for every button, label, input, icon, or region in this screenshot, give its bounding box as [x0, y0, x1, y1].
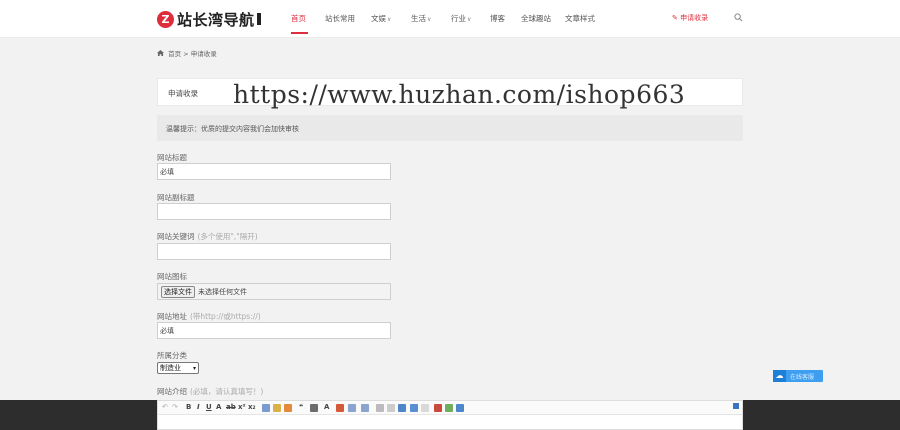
nav-home[interactable]: 首页: [291, 13, 306, 24]
choose-file-button[interactable]: 选择文件: [161, 286, 195, 298]
customer-service-label: 在线客服: [790, 374, 815, 381]
site-name-label: 网站标题: [157, 153, 187, 162]
keywords-hint: (多个使用","隔开): [197, 232, 258, 241]
intro-editor[interactable]: ↶ ↷ B I U A ab x² x₂ ❝ A: [157, 400, 743, 430]
site-subtitle-input[interactable]: [157, 203, 391, 220]
icon-label: 网站图标: [157, 272, 187, 281]
strikethrough-icon[interactable]: ab: [226, 403, 236, 411]
superscript-icon[interactable]: x²: [238, 403, 246, 411]
breadcrumb-separator: >: [183, 50, 189, 58]
font-color-icon[interactable]: A: [324, 403, 329, 411]
nav-industry[interactable]: 行业∨: [451, 13, 471, 24]
site-logo[interactable]: Z 站长湾导航: [157, 9, 261, 29]
paste-icon[interactable]: [310, 404, 318, 412]
select-arrow-icon: ▾: [192, 365, 196, 372]
keywords-label-text: 网站关键词: [157, 232, 195, 241]
category-label: 所属分类: [157, 351, 187, 360]
category-selected: 制造业: [160, 364, 181, 372]
notice-banner: 温馨提示：优质的提交内容我们会加快审核: [157, 115, 743, 141]
nav-active-indicator: [291, 32, 308, 34]
site-subtitle-label: 网站副标题: [157, 193, 195, 202]
notice-text: 温馨提示：优质的提交内容我们会加快审核: [166, 125, 299, 133]
line-height-icon[interactable]: [376, 404, 384, 412]
redo-icon[interactable]: ↷: [172, 403, 178, 411]
nav-entertainment[interactable]: 文娱∨: [371, 13, 391, 24]
subscript-icon[interactable]: x₂: [248, 403, 256, 411]
border-icon[interactable]: A: [216, 403, 221, 411]
cloud-icon: ☁: [773, 370, 786, 382]
home-icon: [157, 50, 164, 56]
editor-toolbar: ↶ ↷ B I U A ab x² x₂ ❝ A: [158, 401, 742, 415]
link-icon[interactable]: [387, 404, 395, 412]
anchor-icon[interactable]: [398, 404, 406, 412]
breadcrumb: 首页 > 申请收录: [157, 48, 217, 58]
url-input[interactable]: 必填: [157, 322, 391, 339]
page-title: 申请收录: [168, 89, 198, 98]
undo-icon[interactable]: ↶: [162, 403, 168, 411]
nav-article-styles[interactable]: 文章样式: [565, 13, 595, 24]
site-name-input[interactable]: 必填: [157, 163, 391, 180]
watermark-text: https://www.huzhan.com/ishop663: [233, 80, 686, 109]
nav-life-label: 生活: [411, 14, 426, 23]
chevron-down-icon: ∨: [387, 16, 392, 23]
search-icon[interactable]: [734, 13, 743, 22]
underline-icon[interactable]: U: [206, 403, 212, 411]
file-icon[interactable]: [421, 404, 429, 412]
url-hint: (带http://或https://): [190, 312, 261, 321]
icon-file-picker: 选择文件 未选择任何文件: [157, 283, 391, 300]
logo-mark-icon: Z: [157, 10, 174, 28]
nav-blog[interactable]: 博客: [490, 13, 505, 24]
nav-life[interactable]: 生活∨: [411, 13, 431, 24]
url-label: 网站地址 (带http://或https://): [157, 311, 261, 322]
gallery-icon[interactable]: [445, 404, 453, 412]
attachment-icon[interactable]: [456, 404, 464, 412]
chevron-down-icon: ∨: [427, 16, 432, 23]
url-label-text: 网站地址: [157, 312, 187, 321]
keywords-label: 网站关键词 (多个使用","隔开): [157, 231, 258, 242]
logo-badge: [256, 13, 261, 25]
eraser-icon[interactable]: [273, 404, 281, 412]
video-icon[interactable]: [434, 404, 442, 412]
ordered-list-icon[interactable]: [348, 404, 356, 412]
apply-listing-link[interactable]: ✎ 申请收录: [672, 13, 708, 23]
italic-icon[interactable]: I: [197, 403, 200, 411]
nav-industry-label: 行业: [451, 14, 466, 23]
intro-label: 网站介绍 (必填，请认真填写！): [157, 386, 263, 397]
fullscreen-icon[interactable]: [733, 403, 739, 409]
nav-global-sites[interactable]: 全球趣站: [521, 13, 551, 24]
category-select[interactable]: 制造业 ▾: [157, 362, 199, 374]
auto-format-icon[interactable]: [284, 404, 292, 412]
image-icon[interactable]: [410, 404, 418, 412]
unordered-list-icon[interactable]: [361, 404, 369, 412]
breadcrumb-current: 申请收录: [190, 50, 217, 58]
highlight-icon[interactable]: [336, 404, 344, 412]
nav-webmaster-tools[interactable]: 站长常用: [325, 13, 355, 24]
site-header: Z 站长湾导航 首页 站长常用 文娱∨ 生活∨ 行业∨ 博客 全球趣站 文章样式…: [0, 0, 900, 38]
quote-icon[interactable]: ❝: [299, 403, 303, 411]
intro-hint: (必填，请认真填写！): [190, 387, 264, 396]
logo-text: 站长湾导航: [177, 10, 255, 29]
breadcrumb-home[interactable]: 首页: [168, 50, 181, 58]
chevron-down-icon: ∨: [467, 16, 472, 23]
keywords-input[interactable]: [157, 243, 391, 260]
file-status-text: 未选择任何文件: [198, 288, 247, 296]
bold-icon[interactable]: B: [186, 403, 191, 411]
customer-service-button[interactable]: ☁ 在线客服: [773, 370, 823, 382]
format-brush-icon[interactable]: [262, 404, 270, 412]
intro-label-text: 网站介绍: [157, 387, 187, 396]
nav-entertainment-label: 文娱: [371, 14, 386, 23]
